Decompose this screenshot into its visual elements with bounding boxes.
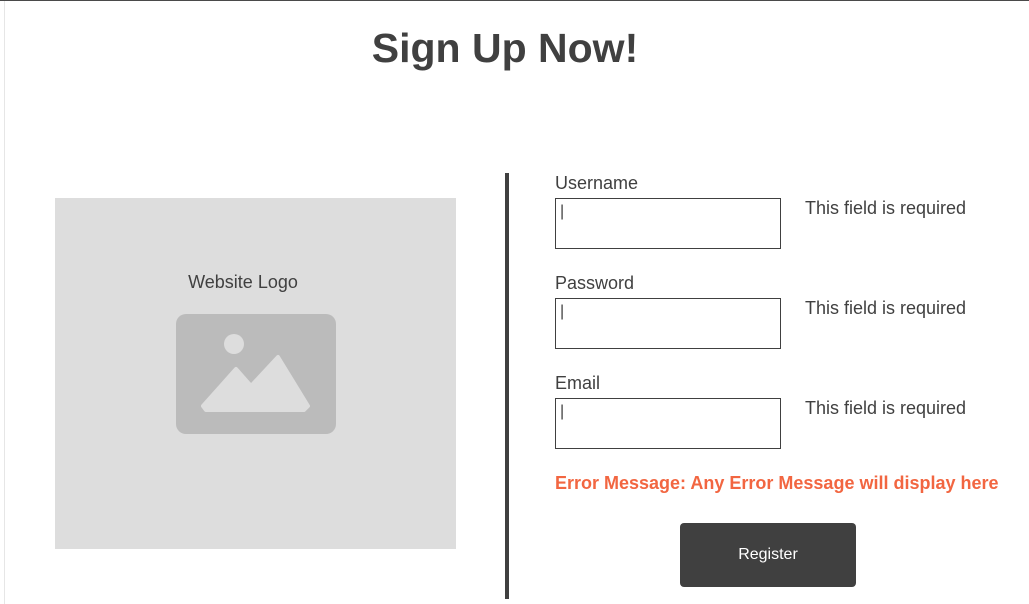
vertical-divider bbox=[505, 173, 509, 599]
username-required-hint: This field is required bbox=[805, 198, 967, 218]
username-input[interactable]: | bbox=[555, 198, 781, 249]
register-button[interactable]: Register bbox=[680, 523, 856, 587]
signup-page: Sign Up Now! Website Logo Username | Thi… bbox=[0, 0, 1029, 604]
username-label: Username bbox=[555, 173, 639, 193]
left-edge-line bbox=[4, 1, 5, 604]
logo-label: Website Logo bbox=[188, 272, 298, 292]
username-input-value: | bbox=[560, 203, 565, 220]
email-input-value: | bbox=[560, 403, 565, 420]
image-placeholder-icon bbox=[176, 314, 336, 434]
password-label: Password bbox=[555, 273, 635, 293]
password-input-value: | bbox=[560, 303, 565, 320]
email-label: Email bbox=[555, 373, 601, 393]
email-input[interactable]: | bbox=[555, 398, 781, 449]
error-message: Error Message: Any Error Message will di… bbox=[555, 473, 999, 493]
password-required-hint: This field is required bbox=[805, 298, 967, 318]
email-required-hint: This field is required bbox=[805, 398, 967, 418]
password-input[interactable]: | bbox=[555, 298, 781, 349]
page-title: Sign Up Now! bbox=[371, 25, 639, 71]
logo-panel: Website Logo bbox=[55, 198, 456, 549]
